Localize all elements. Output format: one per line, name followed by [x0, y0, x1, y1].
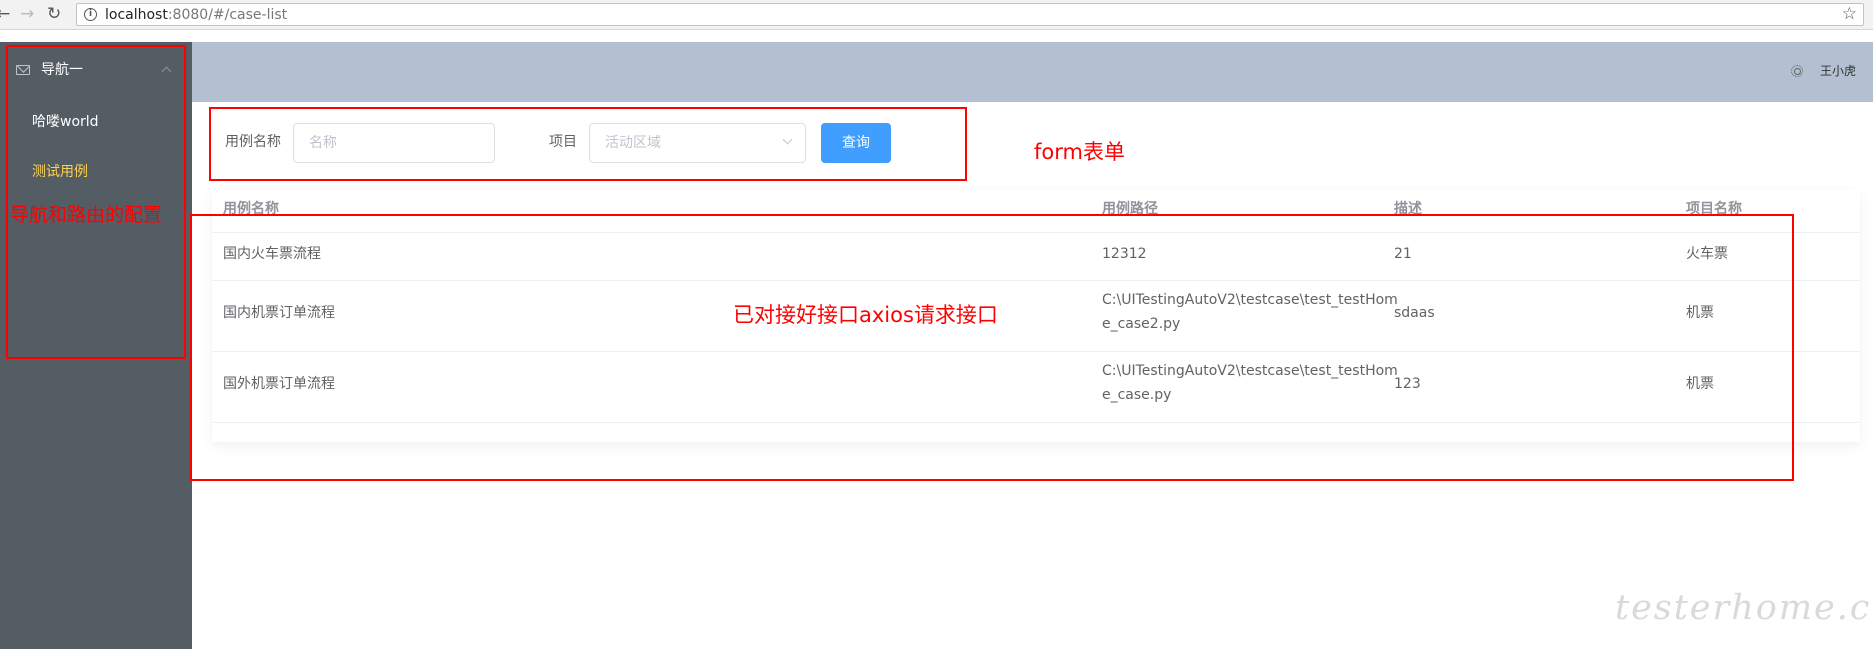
browser-toolbar: ← → ↻ i localhost:8080/#/case-list ☆: [0, 0, 1873, 30]
annotation-form-note: form表单: [1034, 140, 1125, 164]
watermark: testerhome.com: [1615, 588, 1873, 628]
annotation-box-form: [209, 107, 967, 181]
url-host: localhost: [105, 7, 168, 23]
annotation-box-table: [190, 214, 1794, 481]
back-arrow-icon[interactable]: ←: [0, 4, 10, 24]
url-text[interactable]: localhost:8080/#/case-list: [105, 6, 287, 24]
top-header: 王小虎: [192, 42, 1873, 102]
gear-icon[interactable]: [1791, 65, 1803, 77]
forward-arrow-icon[interactable]: →: [20, 4, 34, 24]
address-bar[interactable]: i localhost:8080/#/case-list ☆: [76, 3, 1864, 26]
username[interactable]: 王小虎: [1820, 62, 1856, 80]
reload-icon[interactable]: ↻: [47, 4, 61, 24]
bookmark-star-icon[interactable]: ☆: [1842, 4, 1857, 25]
url-path: :8080/#/case-list: [167, 7, 288, 23]
annotation-sidebar-note: 导航和路由的配置: [10, 204, 163, 226]
annotation-table-note: 已对接好接口axios请求接口: [733, 303, 998, 327]
info-icon[interactable]: i: [84, 8, 97, 21]
